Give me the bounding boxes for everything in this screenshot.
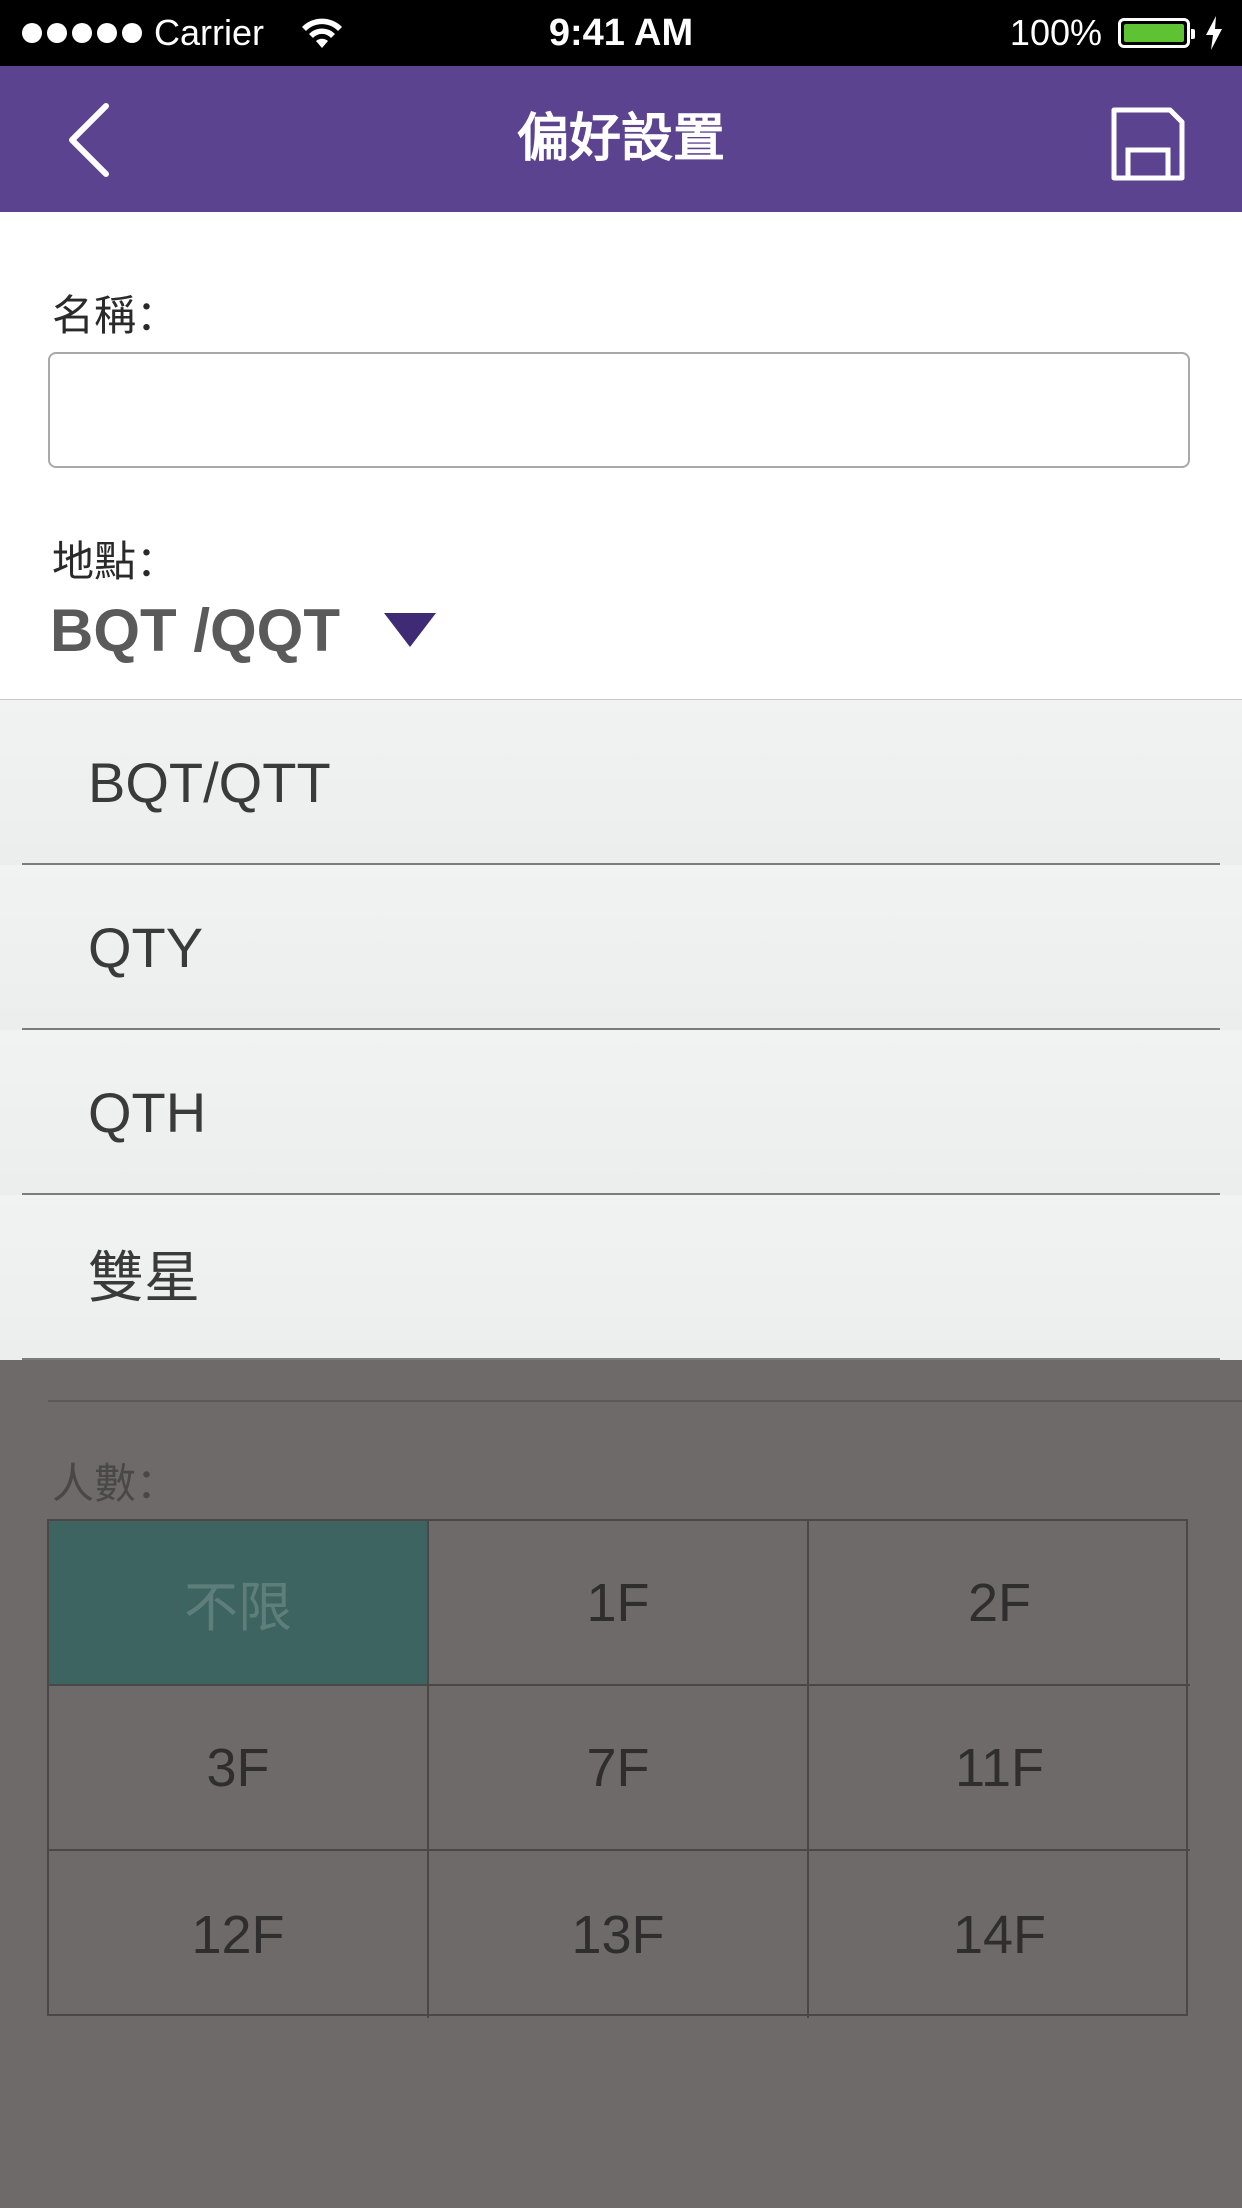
save-button[interactable] <box>1110 106 1186 182</box>
status-bar: Carrier 9:41 AM 100% <box>0 0 1242 66</box>
back-button[interactable] <box>60 102 120 178</box>
location-select[interactable]: BQT /QQT <box>50 590 436 670</box>
name-label: 名稱： <box>52 292 179 339</box>
caret-down-icon <box>383 613 436 647</box>
dropdown-option-label: 雙星 <box>88 1246 200 1309</box>
grid-cell[interactable]: 14F <box>809 1851 1190 2018</box>
battery-cap <box>1191 29 1195 39</box>
location-dropdown-list: BQT/QTT QTY QTH 雙星 <box>0 700 1242 1360</box>
location-selected-value: BQT /QQT <box>50 596 340 664</box>
chevron-left-icon <box>69 103 109 177</box>
page-title: 偏好設置 <box>516 110 725 168</box>
grid-cell-selected[interactable]: 不限 <box>49 1521 429 1686</box>
status-right: 100% <box>1010 0 1224 66</box>
grid-cell[interactable]: 12F <box>49 1851 429 2018</box>
divider <box>48 1400 1242 1402</box>
battery-percentage: 100% <box>1009 12 1102 53</box>
people-label: 人數： <box>52 1460 179 1507</box>
grid-cell[interactable]: 7F <box>429 1686 809 1851</box>
battery-icon <box>1118 18 1195 48</box>
charging-bolt-icon <box>1206 16 1222 50</box>
dropdown-option[interactable]: QTH <box>0 1030 1242 1195</box>
grid-cell[interactable]: 3F <box>49 1686 429 1851</box>
dropdown-option-label: BQT/QTT <box>88 751 331 814</box>
dropdown-option-label: QTY <box>88 916 204 979</box>
floor-grid: 不限 1F 2F 3F 7F 11F 12F 13F 14F <box>47 1519 1190 2018</box>
dropdown-option-label: QTH <box>88 1081 207 1144</box>
nav-bar: 偏好設置 <box>0 66 1242 212</box>
location-label: 地點： <box>52 538 179 585</box>
grid-cell[interactable]: 1F <box>429 1521 809 1686</box>
grid-cell[interactable]: 2F <box>809 1521 1190 1686</box>
dropdown-option[interactable]: QTY <box>0 865 1242 1030</box>
name-input[interactable] <box>48 352 1190 468</box>
dropdown-option[interactable]: BQT/QTT <box>0 700 1242 865</box>
battery-fill <box>1124 24 1184 42</box>
grid-cell[interactable]: 13F <box>429 1851 809 2018</box>
grid-cell[interactable]: 11F <box>809 1686 1190 1851</box>
floppy-disk-icon <box>1111 107 1185 181</box>
divider <box>22 1358 1220 1360</box>
dropdown-option[interactable]: 雙星 <box>0 1195 1242 1360</box>
